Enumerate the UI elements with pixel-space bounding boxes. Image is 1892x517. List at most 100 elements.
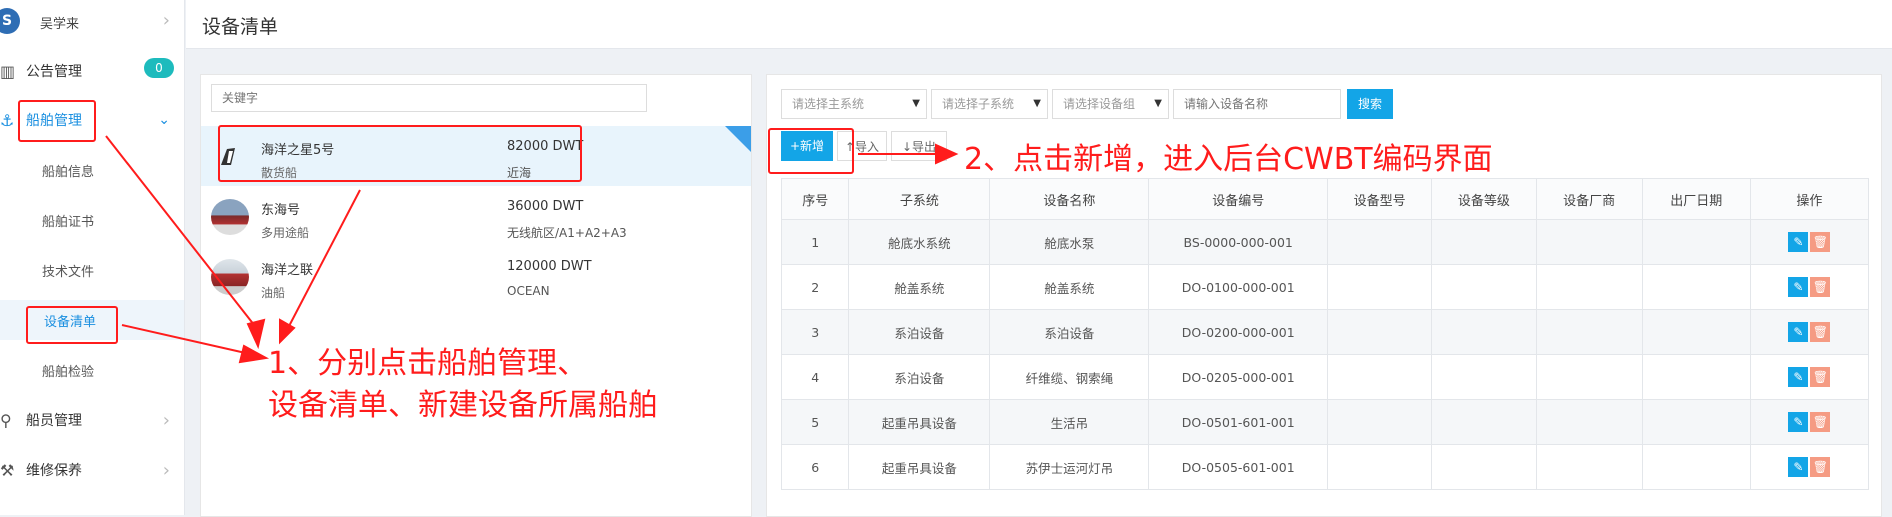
equipment-group-select[interactable]: 请选择设备组 ▼ <box>1052 89 1169 119</box>
ship-name: 东海号 <box>261 203 301 218</box>
cell-index: 1 <box>780 219 850 265</box>
edit-icon[interactable]: ✎ <box>1788 322 1809 342</box>
table-row: 4 系泊设备 纤维缆、钢索绳 DO-0205-000-001 ✎ 🗑 <box>780 354 1870 400</box>
sidebar-item-label: 公告管理 <box>26 64 82 80</box>
annotation-box-selected-ship <box>218 125 582 182</box>
cell-index: 4 <box>780 354 850 400</box>
equipment-name-input[interactable] <box>1173 89 1341 119</box>
edit-icon[interactable]: ✎ <box>1788 367 1809 387</box>
edit-icon[interactable]: ✎ <box>1788 457 1809 477</box>
delete-icon[interactable]: 🗑 <box>1810 367 1831 387</box>
column-header[interactable]: 设备编号 <box>1148 178 1329 220</box>
ship-dwt: 36000 DWT <box>507 199 584 214</box>
cell-production-date <box>1641 219 1751 265</box>
cell-manufacturer <box>1535 309 1643 355</box>
delete-icon[interactable]: 🗑 <box>1810 232 1831 252</box>
cell-equipment-code: DO-0100-000-001 <box>1148 264 1329 310</box>
cell-subsystem: 起重吊具设备 <box>848 444 991 490</box>
column-header[interactable]: 子系统 <box>848 178 991 220</box>
column-header[interactable]: 设备型号 <box>1327 178 1433 220</box>
cell-model <box>1327 219 1433 265</box>
column-header[interactable]: 序号 <box>780 178 850 220</box>
cell-equipment-name: 生活吊 <box>989 399 1150 445</box>
main-system-select[interactable]: 请选择主系统 ▼ <box>781 89 927 119</box>
ship-list-item[interactable]: 海洋之联 油船 120000 DWT OCEAN <box>201 246 751 306</box>
table-row: 2 舱盖系统 舱盖系统 DO-0100-000-001 ✎ 🗑 <box>780 264 1870 310</box>
cell-actions: ✎ 🗑 <box>1749 354 1870 400</box>
annotation-box-equipment-list <box>26 306 118 344</box>
caret-down-icon: ▼ <box>1033 98 1041 109</box>
ship-list-item[interactable]: 东海号 多用途船 36000 DWT 无线航区/A1+A2+A3 <box>201 186 751 246</box>
sidebar: S 吴学来 › ▥ 公告管理 0 ⚓ 船舶管理 ⌄ 船舶信息 船舶证书 技术文件… <box>0 0 185 515</box>
cell-manufacturer <box>1535 264 1643 310</box>
delete-icon[interactable]: 🗑 <box>1810 412 1831 432</box>
annotation-step1-line2: 设备清单、新建设备所属船舶 <box>268 388 658 423</box>
cell-index: 2 <box>780 264 850 310</box>
ship-search-input[interactable] <box>211 84 647 112</box>
sidebar-subitem-label: 船舶检验 <box>42 364 95 380</box>
delete-icon[interactable]: 🗑 <box>1810 277 1831 297</box>
cell-production-date <box>1641 444 1751 490</box>
cell-equipment-name: 纤维缆、钢索绳 <box>989 354 1150 400</box>
cell-grade <box>1431 309 1537 355</box>
cell-manufacturer <box>1535 444 1643 490</box>
cell-actions: ✎ 🗑 <box>1749 309 1870 355</box>
sidebar-subitem-label: 船舶信息 <box>42 164 95 180</box>
cell-grade <box>1431 399 1537 445</box>
cell-index: 3 <box>780 309 850 355</box>
cell-production-date <box>1641 309 1751 355</box>
cell-production-date <box>1641 264 1751 310</box>
delete-icon[interactable]: 🗑 <box>1810 322 1831 342</box>
cell-index: 5 <box>780 399 850 445</box>
cell-production-date <box>1641 399 1751 445</box>
edit-icon[interactable]: ✎ <box>1788 232 1809 252</box>
notice-count-badge: 0 <box>144 58 174 78</box>
sub-system-select[interactable]: 请选择子系统 ▼ <box>931 89 1048 119</box>
cell-manufacturer <box>1535 219 1643 265</box>
annotation-box-add-button <box>768 128 854 174</box>
table-row: 1 舱底水系统 舱底水泵 BS-0000-000-001 ✎ 🗑 <box>780 219 1870 265</box>
cell-subsystem: 起重吊具设备 <box>848 399 991 445</box>
sidebar-subitem-ship-certificates[interactable]: 船舶证书 <box>0 200 184 240</box>
edit-icon[interactable]: ✎ <box>1788 412 1809 432</box>
sidebar-item-maintenance[interactable]: ⚒ 维修保养 › <box>0 450 184 490</box>
delete-icon[interactable]: 🗑 <box>1810 457 1831 477</box>
ship-photo <box>211 259 249 295</box>
cell-grade <box>1431 219 1537 265</box>
column-header[interactable]: 出厂日期 <box>1641 178 1751 220</box>
sidebar-subitem-ship-info[interactable]: 船舶信息 <box>0 150 184 190</box>
cell-model <box>1327 309 1433 355</box>
cell-manufacturer <box>1535 399 1643 445</box>
select-value: 请选择子系统 <box>942 97 1015 111</box>
cell-grade <box>1431 264 1537 310</box>
caret-down-icon: ▼ <box>912 98 920 109</box>
caret-down-icon: ▼ <box>1154 98 1162 109</box>
cell-model <box>1327 354 1433 400</box>
ship-type: 油船 <box>261 286 286 300</box>
cell-actions: ✎ 🗑 <box>1749 444 1870 490</box>
ship-name: 海洋之联 <box>261 263 314 278</box>
column-header[interactable]: 设备厂商 <box>1535 178 1643 220</box>
table-row: 6 起重吊具设备 苏伊士运河灯吊 DO-0505-601-001 ✎ 🗑 <box>780 444 1870 490</box>
select-value: 请选择设备组 <box>1063 97 1136 111</box>
sidebar-item-crew-management[interactable]: ⚲ 船员管理 › <box>0 400 184 440</box>
search-button[interactable]: 搜索 <box>1347 89 1393 119</box>
user-icon: ⚲ <box>0 410 12 430</box>
cell-index: 6 <box>780 444 850 490</box>
cell-equipment-name: 舱底水泵 <box>989 219 1150 265</box>
column-header[interactable]: 设备名称 <box>989 178 1150 220</box>
edit-icon[interactable]: ✎ <box>1788 277 1809 297</box>
cell-equipment-code: DO-0505-601-001 <box>1148 444 1329 490</box>
sidebar-subitem-technical-docs[interactable]: 技术文件 <box>0 250 184 290</box>
export-button[interactable]: ↓导出 <box>891 131 947 161</box>
chevron-right-icon: › <box>162 10 170 31</box>
annotation-box-ship-management <box>18 100 96 142</box>
cell-equipment-name: 舱盖系统 <box>989 264 1150 310</box>
cell-manufacturer <box>1535 354 1643 400</box>
user-name[interactable]: 吴学来 <box>40 13 79 32</box>
annotation-step2: 2、点击新增，进入后台CWBT编码界面 <box>964 142 1493 177</box>
sidebar-subitem-ship-inspection[interactable]: 船舶检验 <box>0 350 184 390</box>
ship-photo <box>211 199 249 235</box>
selected-corner-marker <box>725 126 751 152</box>
column-header[interactable]: 设备等级 <box>1431 178 1537 220</box>
